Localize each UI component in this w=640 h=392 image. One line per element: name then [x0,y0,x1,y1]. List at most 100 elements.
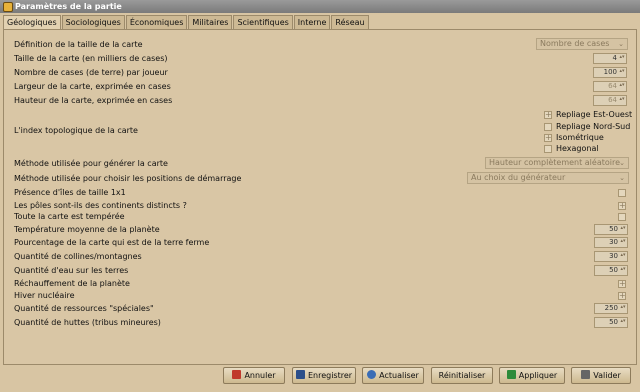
chevron-down-icon: ⌄ [619,174,625,182]
wetness-spin[interactable]: 50 ▴▾ [594,265,628,276]
tab-sociologiques[interactable]: Sociologiques [61,15,125,29]
apply-icon [506,370,516,379]
refresh-button[interactable]: Actualiser [362,367,424,384]
map-size-spin[interactable]: 4 ▴▾ [593,53,627,64]
save-label: Enregistrer [307,371,353,380]
label-wetness: Quantité d'eau sur les terres [14,266,129,275]
spin-arrows-icon: ▴▾ [620,304,626,310]
generator-value: Hauteur complètement aléatoire [489,158,621,167]
specials-value: 250 [604,304,618,312]
ok-label: Valider [593,371,621,380]
spin-arrows-icon: ▴▾ [619,82,625,88]
landmass-spin[interactable]: 30 ▴▾ [594,237,628,248]
wetness-value: 50 [609,266,618,274]
ok-icon [581,370,591,379]
start-pos-value: Au choix du générateur [471,173,566,182]
label-generator: Méthode utilisée pour générer la carte [14,159,168,168]
topology-hex-checkbox[interactable] [544,145,552,153]
steepness-value: 30 [609,252,618,260]
refresh-label: Actualiser [379,371,419,380]
spin-arrows-icon: ▴▾ [620,238,626,244]
start-pos-select[interactable]: Au choix du générateur ⌄ [467,172,629,184]
huts-value: 50 [609,318,618,326]
label-tiles-per-player: Nombre de cases (de terre) par joueur [14,68,168,77]
topology-hex-label: Hexagonal [556,144,599,153]
tinyisles-checkbox[interactable] [618,189,626,197]
label-specials: Quantité de ressources "spéciales" [14,304,154,313]
label-map-height: Hauteur de la carte, exprimée en cases [14,96,173,105]
map-height-spin[interactable]: 64 ▴▾ [593,95,627,106]
map-width-spin[interactable]: 64 ▴▾ [593,81,627,92]
label-nuclearwinter: Hiver nucléaire [14,291,75,300]
cancel-label: Annuler [244,371,276,380]
tiles-per-player-value: 100 [603,68,617,76]
settings-panel: Définition de la taille de la carte Nomb… [3,29,637,365]
spin-arrows-icon: ▴▾ [619,96,625,102]
specials-spin[interactable]: 250 ▴▾ [594,303,628,314]
refresh-icon [367,370,377,379]
cancel-button[interactable]: Annuler [223,367,285,384]
huts-spin[interactable]: 50 ▴▾ [594,317,628,328]
spin-arrows-icon: ▴▾ [620,225,626,231]
separatepoles-checkbox[interactable]: + [618,202,626,210]
globalwarming-checkbox[interactable]: + [618,280,626,288]
apply-button[interactable]: Appliquer [499,367,565,384]
label-map-size-def: Définition de la taille de la carte [14,40,143,49]
spin-arrows-icon: ▴▾ [619,68,625,74]
chevron-down-icon: ⌄ [618,40,624,48]
settings-window: Paramètres de la partie Géologiques Soci… [0,0,640,392]
label-temperature: Température moyenne de la planète [14,225,160,234]
label-globalwarming: Réchauffement de la planète [14,279,130,288]
tab-geologiques[interactable]: Géologiques [3,15,61,30]
label-separatepoles: Les pôles sont-ils des continents distin… [14,201,187,210]
tab-militaires[interactable]: Militaires [188,15,233,29]
generator-select[interactable]: Hauteur complètement aléatoire ⌄ [485,157,629,169]
landmass-value: 30 [609,238,618,246]
topology-iso-label: Isométrique [556,133,604,142]
topology-iso-checkbox[interactable]: + [544,134,552,142]
title-bar[interactable]: Paramètres de la partie [0,0,640,13]
map-width-value: 64 [608,82,617,90]
topology-wrapy-checkbox[interactable] [544,123,552,131]
label-tinyisles: Présence d'îles de taille 1x1 [14,188,126,197]
tab-scientifiques[interactable]: Scientifiques [233,15,293,29]
spin-arrows-icon: ▴▾ [619,54,625,60]
topology-wrapy-label: Repliage Nord-Sud [556,122,631,131]
label-alltemperate: Toute la carte est tempérée [14,212,125,221]
topology-wrapx-label: Repliage Est-Ouest [556,110,633,119]
label-start-pos: Méthode utilisée pour choisir les positi… [14,174,242,183]
alltemperate-checkbox[interactable] [618,213,626,221]
nuclearwinter-checkbox[interactable]: + [618,292,626,300]
temperature-value: 50 [609,225,618,233]
apply-label: Appliquer [518,371,558,380]
label-topology: L'index topologique de la carte [14,126,138,135]
spin-arrows-icon: ▴▾ [620,318,626,324]
map-height-value: 64 [608,96,617,104]
label-steepness: Quantité de collines/montagnes [14,252,142,261]
window-title: Paramètres de la partie [15,2,122,11]
app-icon [3,2,13,12]
label-map-size: Taille de la carte (en milliers de cases… [14,54,168,63]
tiles-per-player-spin[interactable]: 100 ▴▾ [593,67,627,78]
label-huts: Quantité de huttes (tribus mineures) [14,318,161,327]
reset-button[interactable]: Réinitialiser [431,367,493,384]
steepness-spin[interactable]: 30 ▴▾ [594,251,628,262]
button-bar: Annuler Enregistrer Actualiser Réinitial… [0,367,640,387]
save-button[interactable]: Enregistrer [292,367,356,384]
spin-arrows-icon: ▴▾ [620,266,626,272]
ok-button[interactable]: Valider [571,367,631,384]
reset-label: Réinitialiser [438,371,486,380]
cancel-icon [232,370,242,379]
spin-arrows-icon: ▴▾ [620,252,626,258]
chevron-down-icon: ⌄ [619,159,625,167]
tab-bar: Géologiques Sociologiques Économiques Mi… [3,15,370,30]
label-landmass: Pourcentage de la carte qui est de la te… [14,238,210,247]
topology-wrapx-checkbox[interactable]: + [544,111,552,119]
label-map-width: Largeur de la carte, exprimée en cases [14,82,171,91]
map-size-def-value: Nombre de cases [540,39,610,48]
tab-interne[interactable]: Interne [293,15,331,29]
tab-economiques[interactable]: Économiques [125,15,188,29]
temperature-spin[interactable]: 50 ▴▾ [594,224,628,235]
map-size-def-select[interactable]: Nombre de cases ⌄ [536,38,628,50]
tab-reseau[interactable]: Réseau [331,15,369,29]
